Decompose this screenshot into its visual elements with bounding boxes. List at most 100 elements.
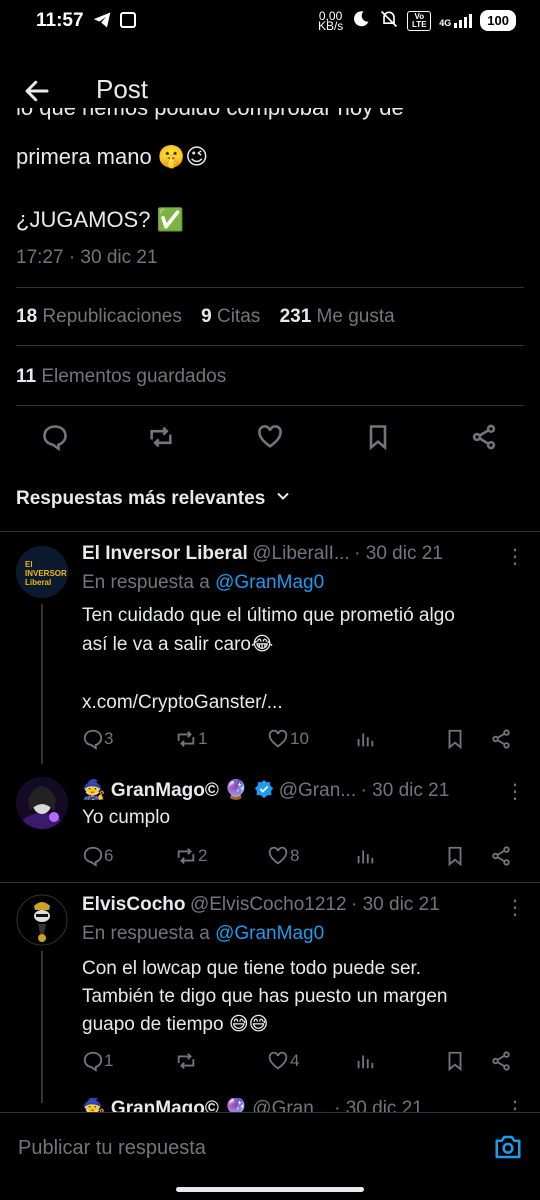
mute-icon xyxy=(379,9,399,32)
thread-line xyxy=(41,604,43,764)
reply-to-prefix: En respuesta a xyxy=(82,923,210,944)
reply-item[interactable]: ElvisCocho @ElvisCocho1212 · 30 dic 21 ⋮… xyxy=(0,883,540,1103)
reply-actions: 3 1 10 xyxy=(82,728,522,754)
more-options-icon[interactable]: ⋮ xyxy=(505,544,526,569)
share-icon[interactable] xyxy=(490,1050,512,1072)
reply-author-name[interactable]: 🧙 GranMago© 🔮 xyxy=(82,780,248,801)
quotes-stat[interactable]: 9 Citas xyxy=(201,306,260,327)
views-icon[interactable] xyxy=(354,1050,376,1072)
like-count: 4 xyxy=(290,1051,300,1070)
reply-count: 6 xyxy=(104,846,114,865)
reply-count: 3 xyxy=(104,729,114,748)
reply-to-handle[interactable]: @GranMag0 xyxy=(215,923,324,944)
more-options-icon[interactable]: ⋮ xyxy=(505,1098,526,1112)
likes-stat[interactable]: 231 Me gusta xyxy=(280,306,395,327)
reply-input[interactable] xyxy=(16,1131,460,1165)
views-icon[interactable] xyxy=(354,728,376,750)
share-icon[interactable] xyxy=(490,845,512,867)
reply-author-name[interactable]: 🧙 GranMago© 🔮 xyxy=(82,1098,248,1112)
reply-author-handle[interactable]: @Gran... xyxy=(279,780,356,801)
share-icon[interactable] xyxy=(470,423,498,456)
net-speed-unit: KB/s xyxy=(317,18,344,33)
camera-icon[interactable] xyxy=(493,1132,523,1167)
reply-composer xyxy=(0,1112,540,1183)
sort-label: Respuestas más relevantes xyxy=(16,488,266,509)
reply-icon[interactable] xyxy=(41,423,69,456)
like-count-button[interactable]: 4 xyxy=(266,1050,299,1072)
repost-icon[interactable] xyxy=(147,423,175,456)
reply-to-handle[interactable]: @GranMag0 xyxy=(215,572,324,593)
post-stats: 18 Republicaciones 9 Citas 231 Me gusta xyxy=(16,306,395,328)
reply-author-name[interactable]: El Inversor Liberal xyxy=(82,543,248,564)
reply-text-1: Yo cumplo xyxy=(82,807,171,828)
chevron-down-icon xyxy=(275,488,291,510)
like-count-button[interactable]: 8 xyxy=(266,845,299,867)
share-icon[interactable] xyxy=(490,728,512,750)
reply-actions: 6 2 8 xyxy=(82,845,522,871)
verified-badge-icon xyxy=(254,779,274,804)
repost-count-button[interactable]: 1 xyxy=(174,728,207,750)
thread-line xyxy=(41,951,43,1103)
bookmark-icon[interactable] xyxy=(444,1050,466,1072)
reply-text-3: guapo de tiempo 😅😅 xyxy=(82,1014,269,1035)
avatar[interactable]: El INVERSOR Liberal xyxy=(16,546,68,598)
replies-sort-selector[interactable]: Respuestas más relevantes xyxy=(16,488,291,510)
reply-count-button[interactable]: 1 xyxy=(82,1050,113,1072)
likes-label: Me gusta xyxy=(316,306,395,327)
repost-count: 2 xyxy=(198,846,208,865)
repost-count: 1 xyxy=(198,729,208,748)
quotes-label: Citas xyxy=(216,306,261,327)
reply-item[interactable]: El INVERSOR Liberal El Inversor Liberal … xyxy=(0,532,540,764)
like-count-button[interactable]: 10 xyxy=(266,728,309,750)
post-timestamp[interactable]: 17:27 · 30 dic 21 xyxy=(16,247,158,269)
like-icon[interactable] xyxy=(256,423,284,456)
post-line-3: ¿JUGAMOS? ✅ xyxy=(16,207,184,232)
bookmark-icon[interactable] xyxy=(444,728,466,750)
home-indicator[interactable] xyxy=(176,1187,364,1192)
views-icon[interactable] xyxy=(354,845,376,867)
reply-item[interactable]: 🧙 GranMago© 🔮 @Gran... · 30 dic 21 ⋮ Yo … xyxy=(0,764,540,880)
status-time: 11:57 xyxy=(36,10,84,31)
bookmark-icon[interactable] xyxy=(364,423,392,456)
avatar[interactable] xyxy=(16,777,68,829)
reply-icon xyxy=(83,846,103,867)
back-arrow-icon[interactable] xyxy=(22,76,54,108)
reply-date: · 30 dic 21 xyxy=(334,1098,423,1112)
reply-author-handle[interactable]: @Gran... xyxy=(252,1098,329,1112)
more-options-icon[interactable]: ⋮ xyxy=(505,779,526,804)
reposts-stat[interactable]: 18 Republicaciones xyxy=(16,306,182,327)
reply-count-button[interactable]: 6 xyxy=(82,845,113,867)
network-type: 4G xyxy=(439,17,452,28)
status-bar: 11:57 0,00 KB/s Vo LTE 4G 100 xyxy=(0,0,540,44)
reply-header: 🧙 GranMago© 🔮 @Gran... · 30 dic 21 xyxy=(82,778,449,804)
reply-author-handle[interactable]: @ElvisCocho1212 xyxy=(190,894,347,915)
saved-label: Elementos guardados xyxy=(41,366,227,387)
divider xyxy=(16,287,524,288)
reply-item[interactable]: 🧙 GranMago© 🔮 @Gran... · 30 dic 21 ⋮ xyxy=(0,1098,540,1112)
post-text-clipped: lo que hemos podido comprobar hoy de xyxy=(16,108,516,144)
page-title: Post xyxy=(96,74,149,104)
repost-count-button[interactable] xyxy=(174,1050,198,1072)
reply-author-name[interactable]: ElvisCocho xyxy=(82,894,185,915)
avatar[interactable] xyxy=(16,894,68,946)
divider xyxy=(16,345,524,346)
like-count: 8 xyxy=(290,846,300,865)
post-line-2: primera mano 🤫😉 xyxy=(16,144,209,169)
reply-count: 1 xyxy=(104,1051,114,1070)
more-options-icon[interactable]: ⋮ xyxy=(505,895,526,920)
saved-stat[interactable]: 11 Elementos guardados xyxy=(16,366,226,388)
divider xyxy=(16,405,524,406)
telegram-icon xyxy=(92,10,112,36)
net-speed: 0,00 KB/s xyxy=(317,10,344,33)
bookmark-icon[interactable] xyxy=(444,845,466,867)
volte-icon: Vo LTE xyxy=(407,10,432,31)
reply-date: · 30 dic 21 xyxy=(350,894,440,915)
reply-link[interactable]: x.com/CryptoGanster/... xyxy=(82,688,283,717)
repost-count-button[interactable]: 2 xyxy=(174,845,207,867)
reply-icon xyxy=(83,1051,103,1072)
repost-icon xyxy=(177,848,195,864)
reply-count-button[interactable]: 3 xyxy=(82,728,113,750)
reply-icon xyxy=(83,729,103,750)
reply-author-handle[interactable]: @LiberalI... xyxy=(252,543,349,564)
reply-to-prefix: En respuesta a xyxy=(82,572,210,593)
